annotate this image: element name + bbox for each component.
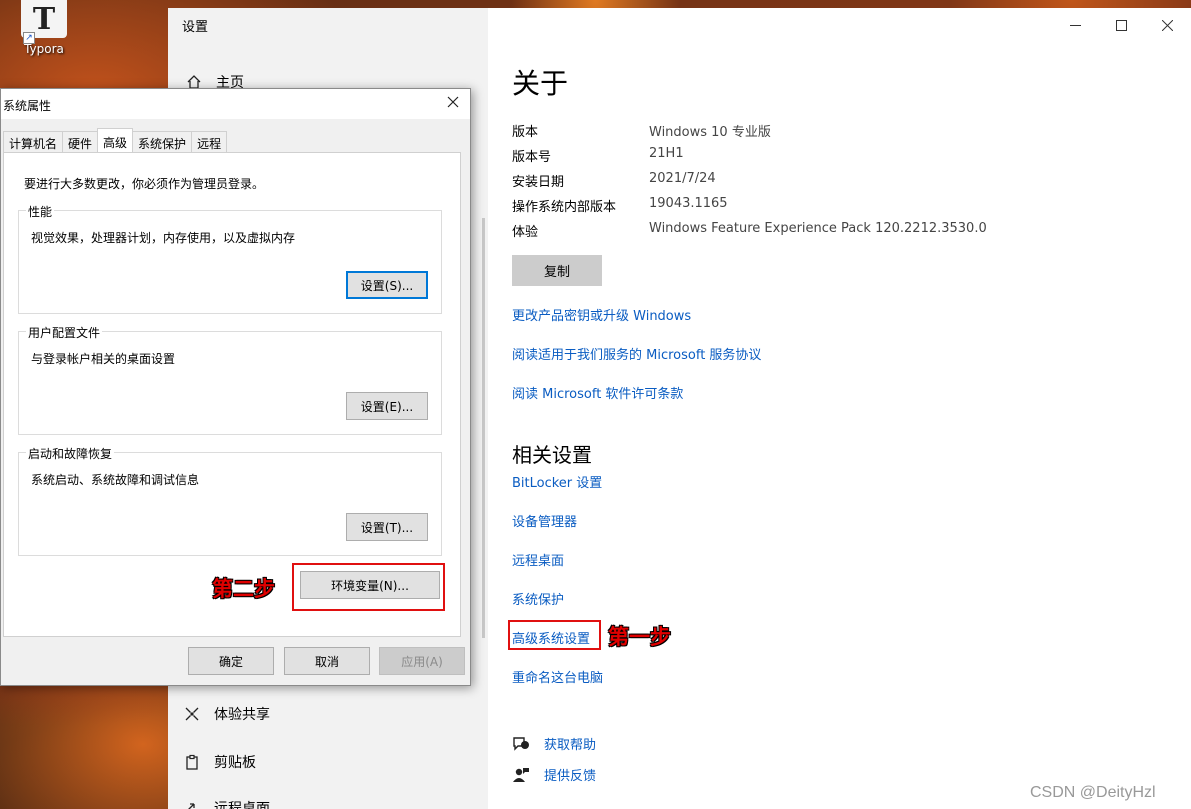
admin-note: 要进行大多数更改，你必须作为管理员登录。 [24, 177, 265, 191]
shortcut-arrow-icon: ↗ [23, 32, 35, 44]
service-agreement-link[interactable]: 阅读适用于我们服务的 Microsoft 服务协议 [512, 344, 761, 363]
spec-key: 安装日期 [512, 175, 565, 190]
desktop-icon-label: Typora [24, 42, 64, 56]
sidebar-item-clipboard[interactable]: 剪贴板 [184, 752, 256, 772]
spec-key: 版本号 [512, 150, 552, 165]
share-icon [185, 707, 199, 721]
feedback-link[interactable]: 提供反馈 [512, 765, 596, 784]
group-title: 用户配置文件 [26, 324, 103, 341]
sidebar-item-label: 远程桌面 [214, 801, 270, 809]
rename-pc-link[interactable]: 重命名这台电脑 [512, 667, 603, 686]
close-button[interactable] [1144, 14, 1190, 36]
maximize-icon [1115, 19, 1127, 31]
spec-key: 体验 [512, 225, 539, 240]
close-icon [447, 96, 459, 108]
page-title: 关于 [512, 67, 569, 100]
sidebar-item-remote-desktop[interactable]: 远程桌面 [184, 798, 270, 809]
group-description: 系统启动、系统故障和调试信息 [31, 473, 200, 487]
feedback-label: 提供反馈 [544, 769, 597, 784]
performance-group: 性能 视觉效果，处理器计划，内存使用，以及虚拟内存 设置(S)... [18, 203, 442, 314]
step-one-annotation: 第一步 [608, 625, 671, 649]
spec-value: Windows Feature Experience Pack 120.2212… [649, 221, 987, 236]
get-help-label: 获取帮助 [544, 738, 597, 753]
sidebar-item-shared-experiences[interactable]: 体验共享 [184, 704, 270, 724]
performance-settings-button[interactable]: 设置(S)... [346, 271, 428, 299]
help-chat-icon [513, 736, 529, 751]
user-profiles-settings-button[interactable]: 设置(E)... [346, 392, 428, 420]
minimize-button[interactable] [1052, 14, 1098, 36]
typora-app-icon: T ↗ [21, 0, 67, 44]
advanced-tab-page: 要进行大多数更改，你必须作为管理员登录。 性能 视觉效果，处理器计划，内存使用，… [3, 152, 461, 637]
feedback-icon [513, 767, 529, 782]
tab-advanced[interactable]: 高级 [97, 128, 134, 152]
maximize-button[interactable] [1098, 14, 1144, 36]
step-two-annotation: 第二步 [212, 577, 275, 601]
close-icon [1161, 19, 1173, 31]
bitlocker-settings-link[interactable]: BitLocker 设置 [512, 472, 602, 491]
typora-desktop-shortcut[interactable]: T ↗ Typora [14, 0, 74, 58]
remote-desktop-link[interactable]: 远程桌面 [512, 550, 564, 569]
tab-computer-name[interactable]: 计算机名 [3, 131, 64, 152]
spec-key: 版本 [512, 125, 539, 140]
system-protection-link[interactable]: 系统保护 [512, 589, 564, 608]
spec-key: 操作系统内部版本 [512, 200, 617, 215]
related-settings-heading: 相关设置 [512, 443, 592, 467]
tab-hardware[interactable]: 硬件 [62, 131, 99, 152]
dialog-tabs: 计算机名 硬件 高级 系统保护 远程 [3, 128, 228, 153]
watermark: CSDN @DeityHzl [1030, 784, 1156, 801]
sidebar-scrollbar[interactable] [482, 218, 485, 638]
minimize-icon [1069, 24, 1081, 26]
copy-button[interactable]: 复制 [512, 255, 602, 286]
user-profiles-group: 用户配置文件 与登录帐户相关的桌面设置 设置(E)... [18, 324, 442, 435]
tab-remote[interactable]: 远程 [191, 131, 228, 152]
clipboard-icon [186, 754, 198, 770]
ok-button[interactable]: 确定 [188, 647, 274, 675]
sidebar-item-label: 剪贴板 [214, 755, 256, 771]
spec-value: Windows 10 专业版 [649, 125, 771, 140]
group-description: 与登录帐户相关的桌面设置 [31, 352, 176, 366]
apply-button[interactable]: 应用(A) [379, 647, 465, 675]
remote-desktop-icon [188, 803, 195, 809]
cancel-button[interactable]: 取消 [284, 647, 370, 675]
get-help-link[interactable]: 获取帮助 [512, 734, 596, 753]
group-title: 启动和故障恢复 [26, 445, 115, 462]
system-properties-dialog: 系统属性 计算机名 硬件 高级 系统保护 远程 要进行大多数更改，你必须作为管理… [0, 88, 471, 686]
dialog-close-button[interactable] [447, 93, 459, 112]
group-title: 性能 [26, 203, 55, 220]
environment-variables-button[interactable]: 环境变量(N)... [300, 571, 440, 599]
dialog-title-bar[interactable]: 系统属性 [1, 89, 470, 119]
dialog-title: 系统属性 [3, 99, 52, 113]
license-terms-link[interactable]: 阅读 Microsoft 软件许可条款 [512, 383, 683, 402]
spec-value: 19043.1165 [649, 196, 728, 211]
startup-recovery-settings-button[interactable]: 设置(T)... [346, 513, 428, 541]
settings-window-title: 设置 [182, 20, 209, 35]
change-product-key-link[interactable]: 更改产品密钥或升级 Windows [512, 305, 691, 324]
tab-system-protection[interactable]: 系统保护 [132, 131, 193, 152]
device-manager-link[interactable]: 设备管理器 [512, 511, 577, 530]
group-description: 视觉效果，处理器计划，内存使用，以及虚拟内存 [31, 231, 296, 245]
sidebar-item-label: 体验共享 [214, 707, 270, 723]
step-one-highlight [508, 620, 601, 650]
startup-recovery-group: 启动和故障恢复 系统启动、系统故障和调试信息 设置(T)... [18, 445, 442, 556]
spec-value: 21H1 [649, 146, 684, 161]
spec-value: 2021/7/24 [649, 171, 716, 186]
